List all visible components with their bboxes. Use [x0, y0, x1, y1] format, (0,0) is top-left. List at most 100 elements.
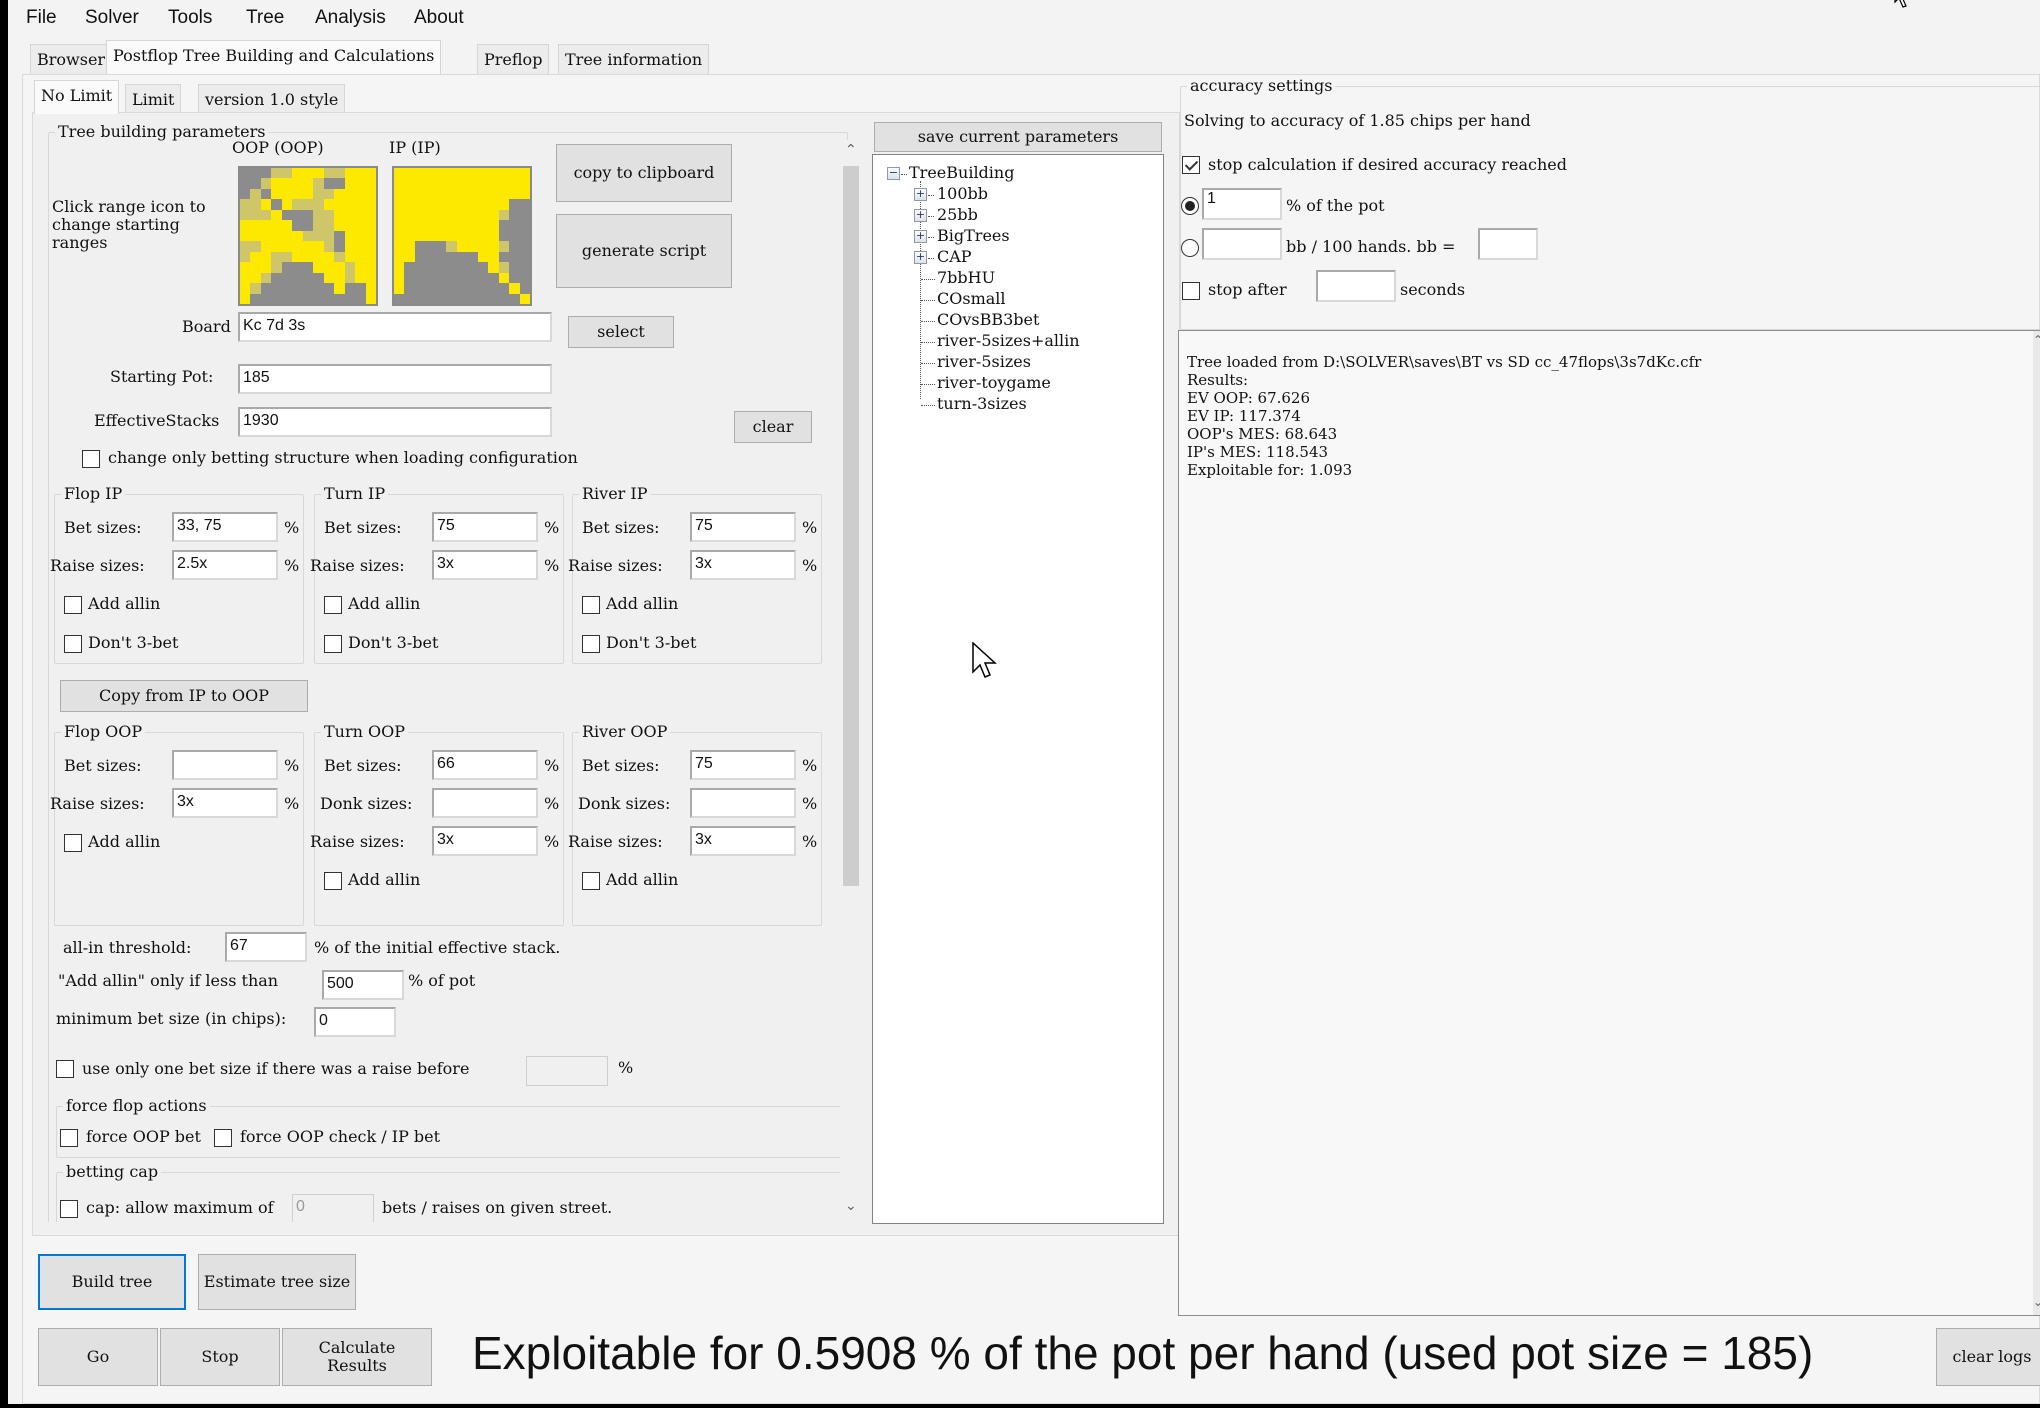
starting-pot-input[interactable]: 185: [238, 364, 552, 394]
log-output[interactable]: Tree loaded from D:\SOLVER\saves\BT vs S…: [1178, 330, 2040, 1316]
pct-of-pot-radio[interactable]: [1181, 197, 1199, 215]
flop-oop-bet-input[interactable]: [172, 750, 278, 780]
tree-file[interactable]: river-5sizes+allin: [937, 331, 1080, 350]
stop-if-reached-checkbox[interactable]: [1182, 156, 1200, 174]
tab-browser[interactable]: Browser: [30, 44, 113, 74]
scroll-down-icon[interactable]: ⌄: [845, 1198, 857, 1214]
tree-file[interactable]: river-5sizes: [937, 352, 1031, 371]
river-oop-bet-input[interactable]: 75: [690, 750, 796, 780]
tree-folder[interactable]: 100bb: [937, 184, 988, 203]
build-tree-button[interactable]: Build tree: [38, 1254, 186, 1310]
river-oop-add-allin-checkbox[interactable]: [582, 872, 600, 890]
range-cell: [334, 262, 345, 273]
tab-tree-information[interactable]: Tree information: [558, 44, 710, 74]
turn-ip-raise-input[interactable]: 3x: [432, 550, 538, 580]
menu-analysis[interactable]: Analysis: [315, 7, 386, 29]
river-ip-bet-input[interactable]: 75: [690, 512, 796, 542]
turn-ip-add-allin-checkbox[interactable]: [324, 596, 342, 614]
tree-file[interactable]: turn-3sizes: [937, 394, 1027, 413]
min-bet-input[interactable]: 0: [314, 1007, 396, 1037]
add-allin-only-input[interactable]: 500: [322, 970, 404, 1000]
flop-ip-raise-input[interactable]: 2.5x: [172, 550, 278, 580]
flop-ip-bet-input[interactable]: 33, 75: [172, 512, 278, 542]
subtab-version-1[interactable]: version 1.0 style: [198, 84, 346, 114]
bb-per-100-input[interactable]: [1202, 228, 1282, 260]
tree-folder[interactable]: 25bb: [937, 205, 978, 224]
tab-postflop[interactable]: Postflop Tree Building and Calculations: [106, 40, 442, 74]
menu-solver[interactable]: Solver: [85, 7, 139, 29]
copy-to-clipboard-button[interactable]: copy to clipboard: [556, 144, 732, 202]
expand-icon[interactable]: +: [914, 251, 927, 264]
ip-range-icon[interactable]: [392, 166, 532, 306]
river-ip-add-allin-checkbox[interactable]: [582, 596, 600, 614]
tree-file[interactable]: river-toygame: [937, 373, 1051, 392]
save-current-parameters-button[interactable]: save current parameters: [874, 122, 1162, 152]
turn-oop-bet-input[interactable]: 66: [432, 750, 538, 780]
menu-tree[interactable]: Tree: [246, 7, 284, 29]
collapse-icon[interactable]: −: [887, 167, 900, 180]
tree-file[interactable]: 7bbHU: [937, 268, 995, 287]
flop-oop-add-allin-checkbox[interactable]: [64, 834, 82, 852]
force-oop-bet-checkbox[interactable]: [60, 1129, 78, 1147]
calculate-results-button[interactable]: Calculate Results: [282, 1328, 432, 1386]
allin-threshold-input[interactable]: 67: [225, 932, 307, 962]
subtab-limit[interactable]: Limit: [125, 84, 182, 114]
tree-root[interactable]: TreeBuilding: [909, 163, 1014, 182]
tree-file[interactable]: COvsBB3bet: [937, 310, 1039, 329]
bb-size-input[interactable]: [1478, 228, 1538, 260]
turn-oop-raise-input[interactable]: 3x: [432, 826, 538, 856]
cap-checkbox[interactable]: [60, 1200, 78, 1218]
stop-after-input[interactable]: [1316, 270, 1396, 302]
river-ip-raise-input[interactable]: 3x: [690, 550, 796, 580]
tree-folder[interactable]: BigTrees: [937, 226, 1010, 245]
subtab-no-limit[interactable]: No Limit: [34, 80, 120, 114]
select-board-button[interactable]: select: [568, 316, 674, 348]
expand-icon[interactable]: +: [914, 188, 927, 201]
estimate-tree-size-button[interactable]: Estimate tree size: [198, 1254, 356, 1310]
expand-icon[interactable]: +: [914, 209, 927, 222]
one-bet-size-checkbox[interactable]: [56, 1060, 74, 1078]
turn-ip-dont-3bet-checkbox[interactable]: [324, 635, 342, 653]
log-scrollbar[interactable]: ⌃ ⌄: [2033, 331, 2040, 1315]
cap-input[interactable]: 0: [292, 1194, 374, 1222]
tree-folder[interactable]: CAP: [937, 247, 972, 266]
menu-about[interactable]: About: [414, 7, 464, 29]
go-button[interactable]: Go: [38, 1328, 158, 1386]
force-oop-check-checkbox[interactable]: [214, 1129, 232, 1147]
river-oop-raise-input[interactable]: 3x: [690, 826, 796, 856]
flop-oop-raise-input[interactable]: 3x: [172, 788, 278, 818]
one-bet-size-input[interactable]: [526, 1056, 608, 1086]
pct-of-pot-input[interactable]: 1: [1202, 188, 1282, 220]
range-cell: [292, 188, 303, 200]
menu-tools[interactable]: Tools: [168, 7, 212, 29]
params-scrollbar[interactable]: ⌃ ⌄: [840, 140, 862, 1222]
menu-file[interactable]: File: [26, 7, 57, 29]
stop-button[interactable]: Stop: [160, 1328, 280, 1386]
scroll-up-icon[interactable]: ⌃: [845, 142, 857, 158]
flop-ip-add-allin-checkbox[interactable]: [64, 596, 82, 614]
flop-ip-dont-3bet-checkbox[interactable]: [64, 635, 82, 653]
range-cell: [456, 209, 468, 221]
generate-script-button[interactable]: generate script: [556, 214, 732, 288]
log-scroll-up-icon[interactable]: ⌃: [2033, 333, 2040, 347]
oop-range-icon[interactable]: [238, 166, 378, 306]
copy-ip-to-oop-button[interactable]: Copy from IP to OOP: [60, 680, 308, 712]
expand-icon[interactable]: +: [914, 230, 927, 243]
clear-logs-button[interactable]: clear logs: [1936, 1328, 2040, 1386]
board-input[interactable]: Kc 7d 3s: [238, 312, 552, 342]
tab-preflop[interactable]: Preflop: [477, 44, 550, 74]
river-ip-dont-3bet-checkbox[interactable]: [582, 635, 600, 653]
effective-stacks-input[interactable]: 1930: [238, 407, 552, 437]
bb-per-100-radio[interactable]: [1181, 239, 1199, 257]
params-scroll-thumb[interactable]: [843, 166, 859, 886]
turn-oop-donk-input[interactable]: [432, 788, 538, 818]
turn-oop-add-allin-checkbox[interactable]: [324, 872, 342, 890]
tree-file[interactable]: COsmall: [937, 289, 1006, 308]
range-cell: [467, 168, 478, 179]
log-scroll-down-icon[interactable]: ⌄: [2033, 1295, 2040, 1309]
clear-button[interactable]: clear: [734, 411, 812, 443]
turn-ip-bet-input[interactable]: 75: [432, 512, 538, 542]
change-only-betting-checkbox[interactable]: [82, 450, 100, 468]
stop-after-checkbox[interactable]: [1182, 282, 1200, 300]
river-oop-donk-input[interactable]: [690, 788, 796, 818]
